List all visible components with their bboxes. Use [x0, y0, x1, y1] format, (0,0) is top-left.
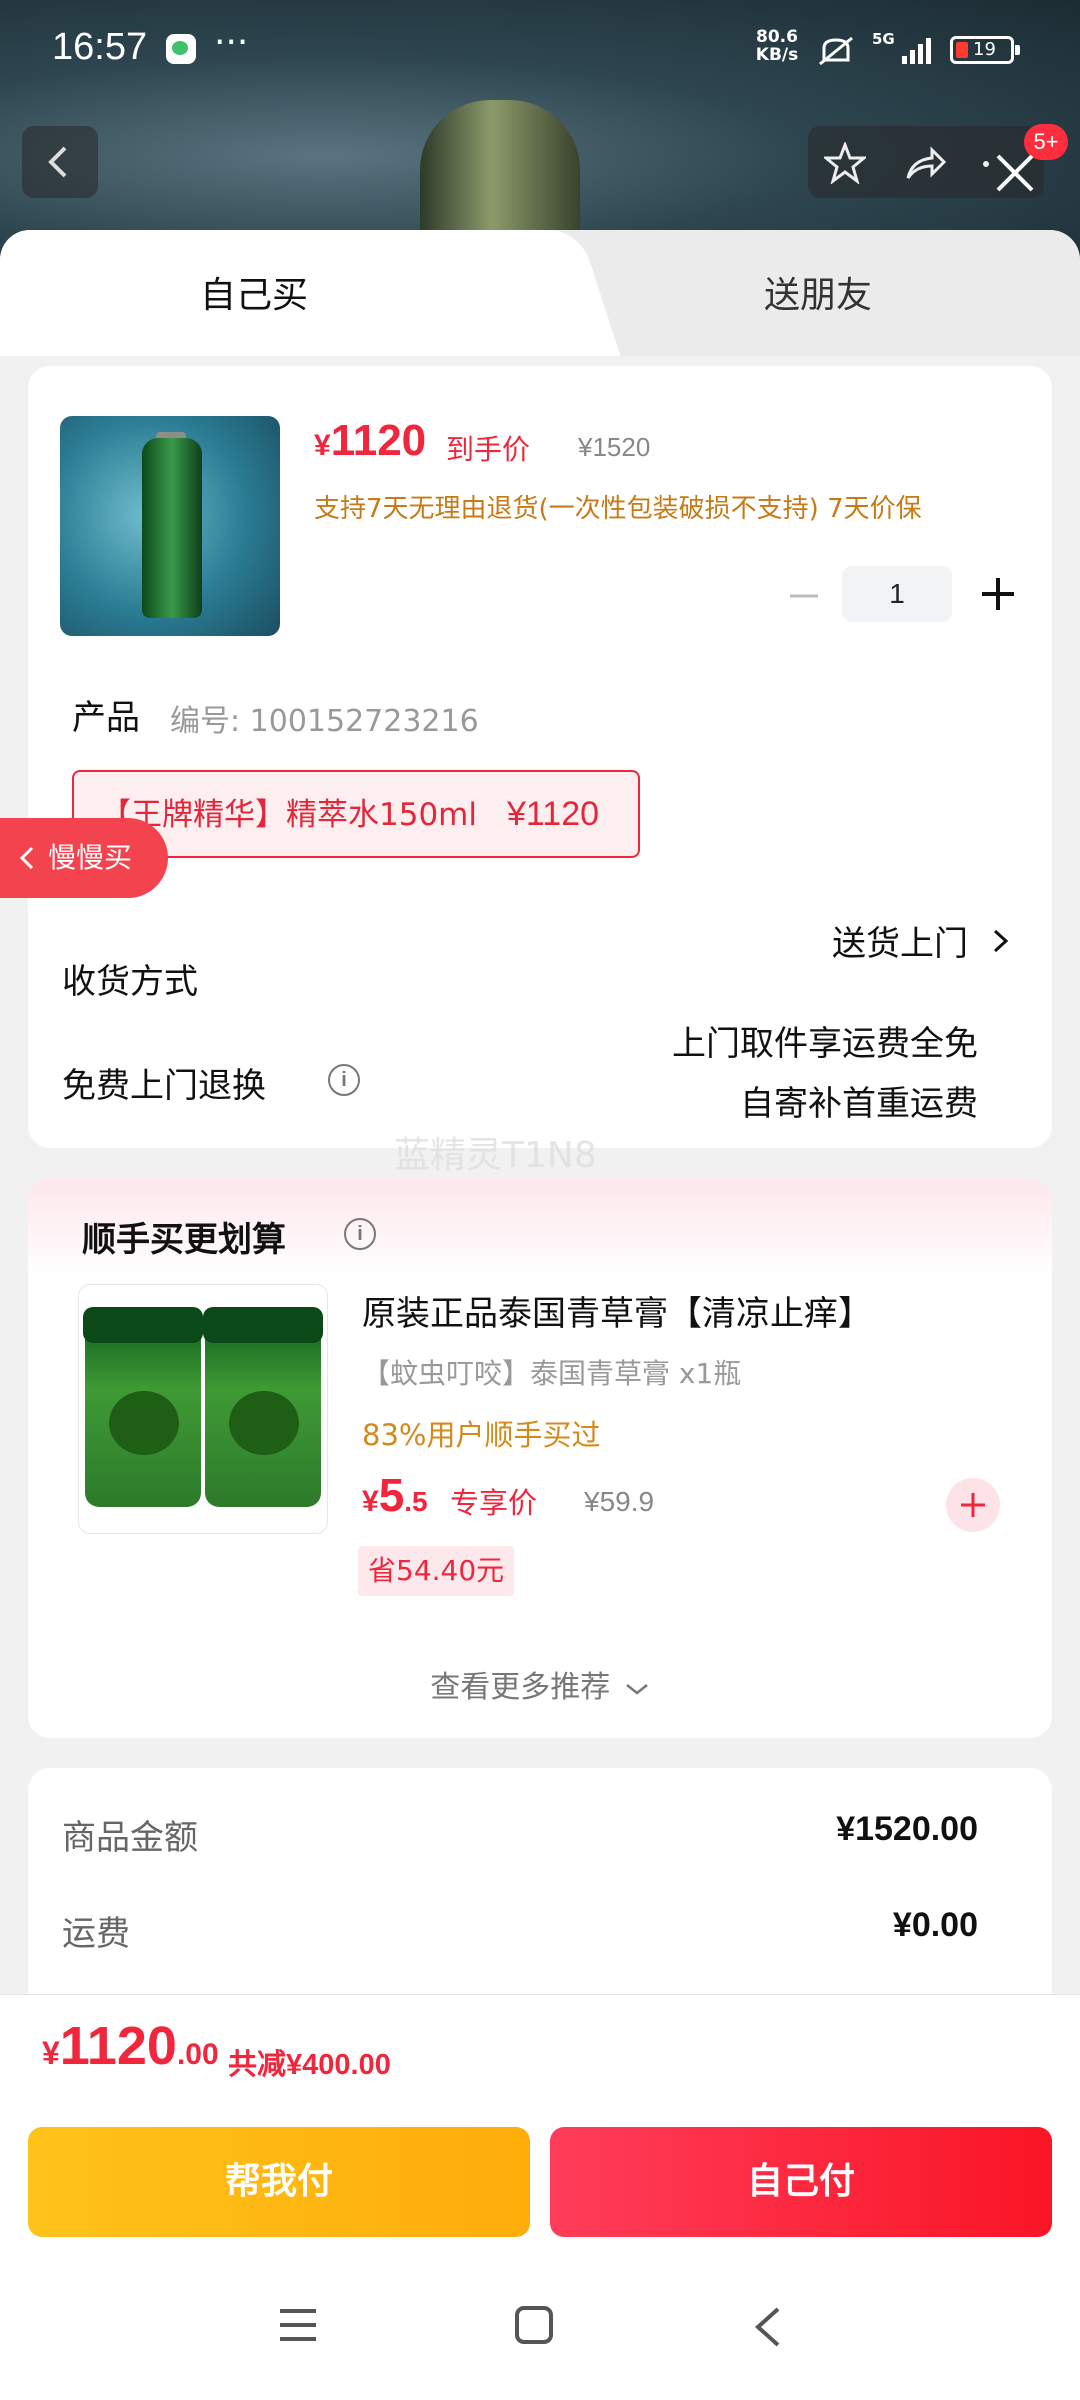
- free-return-line1: 上门取件享运费全免: [672, 1024, 978, 1064]
- recommended-buy-ratio: 83%用户顺手买过: [362, 1418, 601, 1452]
- back-arrow-icon: [48, 146, 67, 178]
- tab-gift-friend[interactable]: 送朋友: [764, 266, 872, 318]
- free-return-line2: 自寄补首重运费: [740, 1084, 978, 1124]
- plus-icon[interactable]: [976, 572, 1020, 616]
- spec-label: 产品: [72, 698, 140, 738]
- product-code: 编号: 100152723216: [170, 704, 479, 739]
- price-currency: ¥: [362, 1485, 379, 1518]
- price-currency: ¥: [314, 429, 331, 462]
- share-icon[interactable]: [904, 142, 946, 184]
- total-integer: 1120: [59, 2016, 177, 2076]
- total-currency: ¥: [42, 2035, 60, 2071]
- self-pay-button[interactable]: 自己付: [550, 2127, 1052, 2237]
- view-more-label: 查看更多推荐: [430, 1670, 611, 1705]
- product-image: [60, 416, 280, 636]
- recommended-price-tag: 专享价: [450, 1486, 538, 1520]
- recommended-price: ¥5.5: [362, 1468, 428, 1522]
- recommended-original-price: ¥59.9: [584, 1486, 655, 1517]
- menu-icon[interactable]: [276, 2305, 320, 2345]
- product-card: ¥1120 到手价 ¥1520 支持7天无理由退货(一次性包装破损不支持) 7天…: [28, 366, 1052, 1148]
- recommendation-title: 顺手买更划算: [82, 1220, 286, 1260]
- net-speed-unit: KB/s: [755, 45, 799, 65]
- slow-buy-button[interactable]: 慢慢买: [0, 818, 168, 898]
- shipping-fee-value: ¥0.00: [892, 1906, 978, 1944]
- help-pay-button[interactable]: 帮我付: [28, 2127, 530, 2237]
- watermark: 蓝精灵T1N8: [394, 1135, 597, 1176]
- back-icon[interactable]: [752, 2305, 784, 2349]
- total-price: ¥1120.00: [42, 2015, 219, 2077]
- slow-buy-label: 慢慢买: [48, 841, 133, 874]
- goods-amount-label: 商品金额: [62, 1818, 198, 1858]
- sku-name: 【王牌精华】精萃水150ml: [100, 797, 477, 833]
- recommended-product-image[interactable]: [78, 1284, 328, 1534]
- battery-icon: 19: [950, 36, 1020, 64]
- system-navigation-bar: [0, 2285, 1080, 2365]
- total-decimal: .00: [176, 2038, 219, 2071]
- chevron-down-icon: [625, 1684, 648, 1695]
- price-summary-card: 商品金额 ¥1520.00 运费 ¥0.00: [28, 1768, 1052, 2028]
- shipping-fee-label: 运费: [62, 1914, 130, 1954]
- free-return-label: 免费上门退换: [62, 1066, 266, 1106]
- back-button[interactable]: [22, 126, 98, 198]
- info-icon[interactable]: i: [328, 1064, 360, 1096]
- recommendation-card: 顺手买更划算 i 原装正品泰国青草膏【清凉止痒】 【蚊虫叮咬】泰国青草膏 x1瓶…: [28, 1178, 1052, 1738]
- signal-label: 5G: [872, 30, 895, 48]
- price-value: 1120: [330, 416, 427, 465]
- checkout-bar: ¥1120.00 共减¥400.00 帮我付 自己付: [0, 1994, 1080, 2400]
- quantity-input[interactable]: 1: [842, 566, 952, 622]
- home-icon[interactable]: [514, 2305, 554, 2345]
- goods-amount-value: ¥1520.00: [836, 1810, 978, 1848]
- sku-price: ¥1120: [506, 795, 600, 833]
- chevron-left-icon: [19, 846, 34, 870]
- return-policy-note: 支持7天无理由退货(一次性包装破损不支持) 7天价保: [314, 494, 922, 524]
- chevron-right-icon[interactable]: [990, 926, 1012, 956]
- bottle-shape: [142, 438, 202, 618]
- info-icon[interactable]: i: [344, 1218, 376, 1250]
- final-price: ¥1120: [314, 416, 426, 466]
- minus-icon[interactable]: [784, 576, 824, 616]
- mute-icon: [819, 36, 853, 66]
- price-decimal: .5: [404, 1486, 428, 1517]
- notification-more-icon: ···: [214, 22, 249, 63]
- total-discount: 共减¥400.00: [228, 2049, 391, 2081]
- view-more-link[interactable]: 查看更多推荐: [28, 1662, 1052, 1706]
- status-time: 16:57: [52, 26, 148, 68]
- signal-bars-icon: [902, 38, 931, 64]
- original-price: ¥1520: [578, 432, 651, 462]
- tab-buy-self[interactable]: 自己买: [200, 266, 308, 318]
- delivery-method-label: 收货方式: [62, 962, 198, 1002]
- price-integer: 5: [378, 1469, 405, 1521]
- recommended-product-name[interactable]: 原装正品泰国青草膏【清凉止痒】: [362, 1286, 872, 1335]
- jar-shape: [83, 1307, 203, 1507]
- battery-level: [956, 42, 968, 58]
- tab-bar: 自己买 送朋友: [0, 230, 1080, 356]
- add-icon[interactable]: [946, 1478, 1000, 1532]
- close-icon[interactable]: [988, 146, 1042, 200]
- wechat-icon: [166, 34, 196, 64]
- savings-badge: 省54.40元: [358, 1546, 515, 1596]
- delivery-method-value[interactable]: 送货上门: [832, 916, 968, 965]
- status-bar: 16:57 ··· 80.6 KB/s 5G 19: [0, 0, 1080, 100]
- jar-shape: [203, 1307, 323, 1507]
- net-speed-value: 80.6: [756, 27, 798, 47]
- final-price-tag: 到手价: [446, 433, 531, 466]
- recommended-product-sku: 【蚊虫叮咬】泰国青草膏 x1瓶: [362, 1357, 742, 1390]
- battery-value: 19: [973, 39, 996, 60]
- star-icon[interactable]: [824, 142, 866, 184]
- net-speed: 80.6 KB/s: [752, 28, 802, 64]
